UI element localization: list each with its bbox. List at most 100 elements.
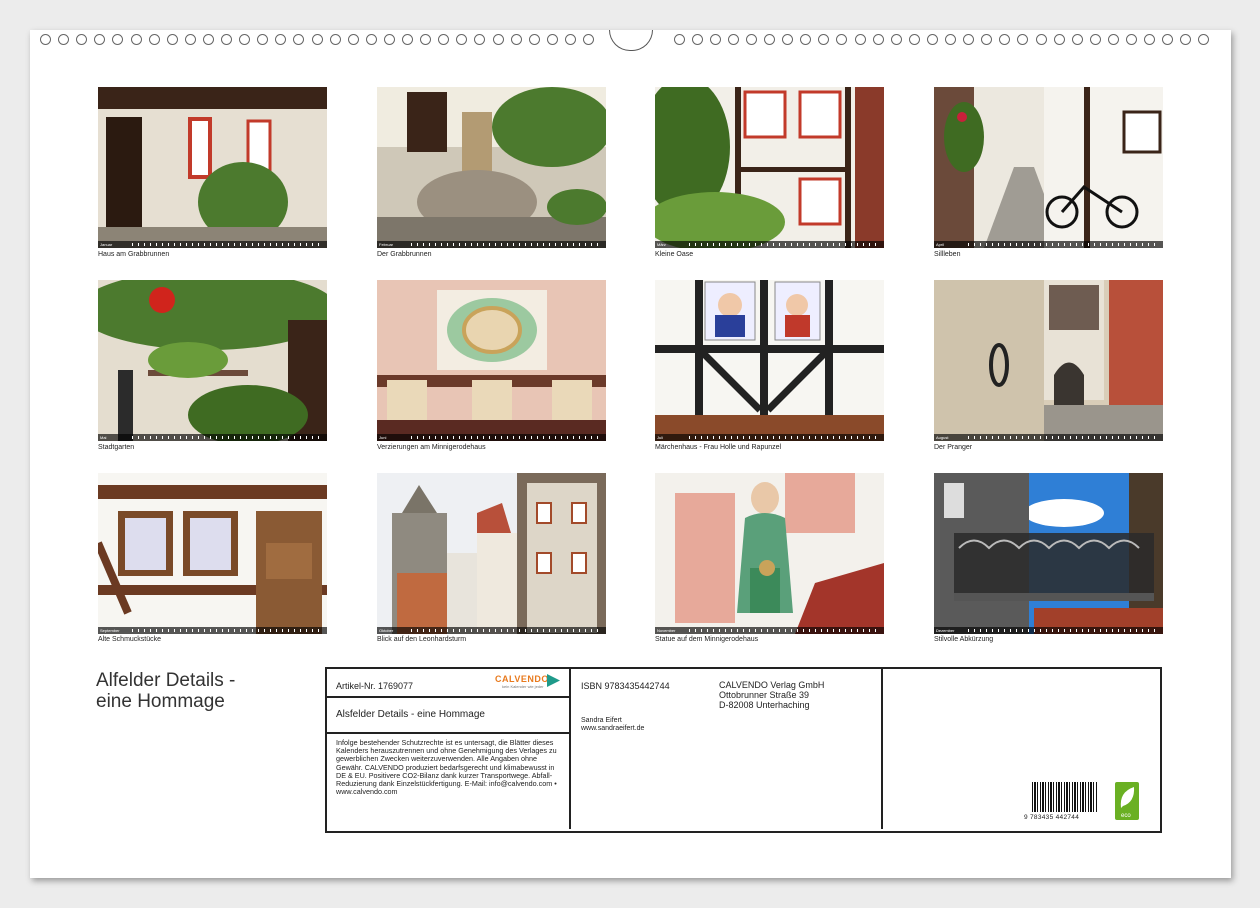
publisher-line: D-82008 Unterhaching bbox=[719, 700, 810, 710]
binding-hole bbox=[926, 34, 938, 45]
month-label: Januar bbox=[100, 242, 113, 247]
photo-caption: Stadtgarten bbox=[98, 444, 135, 451]
photo-caption: Haus am Grabbrunnen bbox=[98, 251, 170, 258]
month-label: Oktober bbox=[379, 628, 394, 633]
binding-hole bbox=[347, 34, 359, 45]
calvendo-tagline: kein Kalender wie jeder bbox=[502, 684, 544, 689]
binding-hole bbox=[420, 34, 432, 45]
publisher-line: CALVENDO Verlag GmbH bbox=[719, 680, 825, 690]
photo-caption: Sillleben bbox=[934, 251, 961, 258]
binding-hole bbox=[239, 34, 251, 45]
publisher-line: Ottobrunner Straße 39 bbox=[719, 690, 810, 700]
calvendo-logo: CALVENDO bbox=[495, 674, 549, 684]
photo-caption: Verzierungen am Minnigerodehaus bbox=[377, 444, 486, 451]
binding-hole bbox=[1162, 34, 1174, 45]
binding-hole bbox=[438, 34, 450, 45]
photo-januar: Januar bbox=[98, 87, 327, 248]
binding-hole bbox=[981, 34, 993, 45]
barcode-number: 9 783435 442744 bbox=[1024, 814, 1080, 821]
binding-hole bbox=[999, 34, 1011, 45]
binding-hole bbox=[365, 34, 377, 45]
binding-hole bbox=[257, 34, 269, 45]
binding-hole bbox=[221, 34, 232, 45]
binding-hole bbox=[1107, 34, 1119, 45]
photo-caption: Der Grabbrunnen bbox=[377, 251, 432, 258]
binding-hole bbox=[528, 34, 540, 45]
article-number: Artikel-Nr. 1769077 bbox=[336, 681, 414, 691]
binding-hole bbox=[474, 34, 486, 45]
calendar-title: Alfelder Details - eine Hommage bbox=[96, 670, 235, 712]
author-info: Sandra Eifert www.sandraeifert.de bbox=[581, 717, 644, 733]
binding-hole bbox=[40, 34, 51, 45]
legal-notice: Infolge bestehender Schutzrechte ist es … bbox=[336, 738, 557, 797]
calendar-title-line2: eine Hommage bbox=[96, 691, 225, 712]
binding-hole bbox=[1071, 34, 1083, 45]
month-label: Dezember bbox=[936, 628, 955, 633]
photo-juli: Juli bbox=[655, 280, 884, 441]
author-name: Sandra Eifert bbox=[581, 717, 622, 724]
divider bbox=[325, 732, 569, 734]
photo-caption: Alte Schmuckstücke bbox=[98, 636, 162, 643]
binding-hole bbox=[275, 34, 287, 45]
photo-september: September bbox=[98, 473, 327, 634]
month-label: August bbox=[936, 435, 949, 440]
photo-caption: Der Pranger bbox=[934, 444, 973, 451]
binding-hole bbox=[1144, 34, 1156, 45]
month-label: Juni bbox=[379, 435, 387, 440]
photo-dezember: Dezember bbox=[934, 473, 1163, 634]
publisher-address: CALVENDO Verlag GmbH Ottobrunner Straße … bbox=[719, 680, 824, 710]
binding-hole bbox=[673, 34, 685, 45]
photo-caption: Blick auf den Leonhardsturm bbox=[377, 636, 467, 643]
divider bbox=[325, 696, 569, 698]
photo-august: August bbox=[934, 280, 1163, 441]
photo-maerz: März bbox=[655, 87, 884, 248]
binding-hole bbox=[564, 34, 576, 45]
binding-hole bbox=[709, 34, 721, 45]
binding-hole bbox=[908, 34, 920, 45]
binding-hole bbox=[872, 34, 884, 45]
photo-juni: Juni bbox=[377, 280, 606, 441]
month-label: Mai bbox=[100, 435, 107, 440]
month-label: Juli bbox=[657, 435, 664, 440]
binding-hole bbox=[583, 34, 594, 45]
photo-oktober: Oktober bbox=[377, 473, 606, 634]
photo-februar: Februar bbox=[377, 87, 606, 248]
photo-caption: Stilvolle Abkürzung bbox=[934, 636, 994, 643]
binding-hole bbox=[1053, 34, 1065, 45]
isbn: ISBN 9783435442744 bbox=[581, 681, 670, 691]
binding-hole bbox=[202, 34, 214, 45]
binding-hole bbox=[800, 34, 812, 45]
binding-hole bbox=[184, 34, 196, 45]
photo-caption: Kleine Oase bbox=[655, 251, 694, 258]
eco-badge: eco bbox=[1115, 782, 1139, 820]
binding-hole bbox=[691, 34, 703, 45]
binding-hole bbox=[112, 34, 124, 45]
binding-hole bbox=[94, 34, 106, 45]
binding-hole bbox=[383, 34, 395, 45]
binding-hole bbox=[293, 34, 305, 45]
photo-caption: Märchenhaus - Frau Holle und Rapunzel bbox=[655, 444, 782, 451]
binding-hole bbox=[1180, 34, 1192, 45]
month-label: März bbox=[657, 242, 666, 247]
photo-mai: Mai bbox=[98, 280, 327, 441]
binding-hole bbox=[1126, 34, 1137, 45]
binding-hole bbox=[945, 34, 956, 45]
binding-hole bbox=[1017, 34, 1029, 45]
binding-hole bbox=[818, 34, 830, 45]
binding-hole bbox=[1035, 34, 1047, 45]
binding-hole bbox=[890, 34, 902, 45]
binding-hole bbox=[727, 34, 739, 45]
binding-hole bbox=[148, 34, 160, 45]
binding-hole bbox=[456, 34, 468, 45]
binding-hole bbox=[510, 34, 522, 45]
binding-hole bbox=[166, 34, 178, 45]
calendar-title-line1: Alfelder Details - bbox=[96, 670, 236, 691]
binding-hole bbox=[329, 34, 341, 45]
binding-hole bbox=[58, 34, 70, 45]
binding-hole bbox=[492, 34, 504, 45]
month-label: September bbox=[100, 628, 120, 633]
binding-hole bbox=[130, 34, 142, 45]
binding-hole bbox=[76, 34, 88, 45]
month-label: November bbox=[657, 628, 676, 633]
binding-hole bbox=[1198, 34, 1210, 45]
